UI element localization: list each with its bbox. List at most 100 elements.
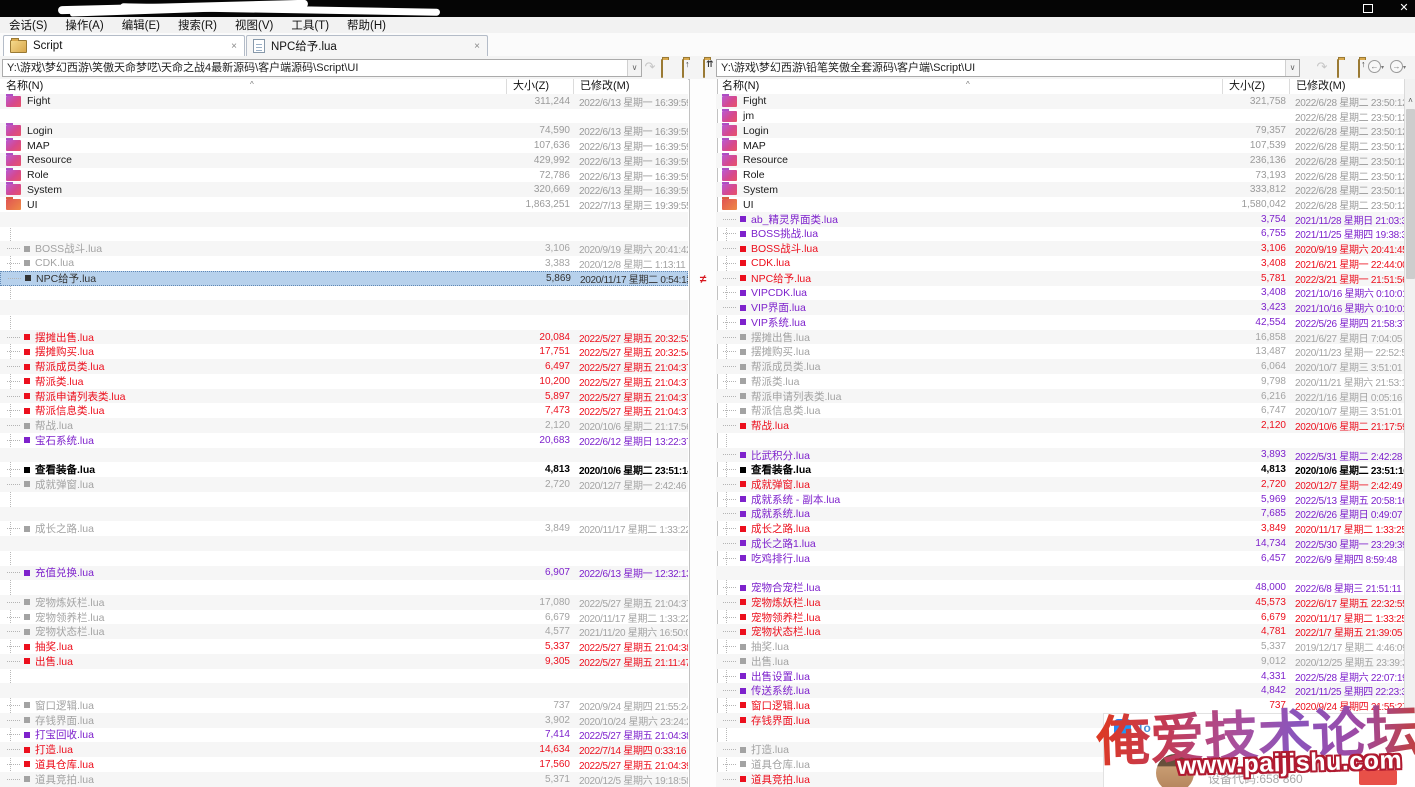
file-row[interactable]: 成就弹窗.lua 2,720 2020/12/7 星期一 2:42:46 [0, 477, 688, 492]
file-row[interactable]: 吃鸡排行.lua 6,457 2022/6/9 星期四 8:59:48 [716, 551, 1404, 566]
file-row[interactable]: 摆摊购买.lua 13,487 2020/11/23 星期一 22:52:58 [716, 344, 1404, 359]
file-row[interactable]: 打宝回收.lua 7,414 2022/5/27 星期五 21:04:38 [0, 728, 688, 742]
right-parent-folder-icon[interactable]: ↑ [1358, 59, 1366, 78]
file-row[interactable]: NPC给予.lua 5,869 2020/11/17 星期二 0:54:13 [0, 270, 688, 286]
file-row[interactable]: 宠物状态栏.lua 4,577 2021/11/20 星期六 16:50:09 [0, 624, 688, 639]
file-row[interactable]: 帮派类.lua 10,200 2022/5/27 星期五 21:04:37 [0, 374, 688, 389]
file-row[interactable]: 摆摊购买.lua 17,751 2022/5/27 星期五 20:32:54 [0, 344, 688, 359]
file-row[interactable]: 成长之路.lua 3,849 2020/11/17 星期二 1:33:25 [716, 521, 1404, 536]
file-row[interactable]: Login 79,357 2022/6/28 星期二 23:50:12 [716, 123, 1404, 138]
file-row[interactable]: NPC给予.lua 5,781 2022/3/21 星期一 21:51:56 [716, 270, 1404, 286]
title-bar[interactable]: ✕ [0, 0, 1415, 17]
file-row[interactable]: Login 74,590 2022/6/13 星期一 16:39:59 [0, 123, 688, 138]
file-row[interactable]: 宠物炼妖栏.lua 17,080 2022/5/27 星期五 21:04:37 [0, 594, 688, 610]
file-row[interactable]: 道具竞拍.lua 5,371 2020/12/5 星期六 19:18:58 [0, 771, 688, 787]
column-header-modified[interactable]: 已修改(M) [574, 79, 688, 94]
file-row[interactable]: 存钱界面.lua 3,902 2020/10/24 星期六 23:24:22 [0, 712, 688, 728]
file-row[interactable]: UI 1,580,042 2022/6/28 星期二 23:50:12 [716, 197, 1404, 212]
file-row[interactable]: 宠物领养栏.lua 6,679 2020/11/17 星期二 1:33:25 [716, 610, 1404, 625]
file-row[interactable]: MAP 107,636 2022/6/13 星期一 16:39:59 [0, 138, 688, 153]
file-row[interactable]: 宠物状态栏.lua 4,781 2022/1/7 星期五 21:39:05 [716, 624, 1404, 639]
file-row[interactable]: System 333,812 2022/6/28 星期二 23:50:12 [716, 182, 1404, 197]
menu-item-5[interactable]: 工具(T) [282, 17, 338, 33]
menu-item-4[interactable]: 视图(V) [226, 17, 282, 33]
tab-script[interactable]: Script × [3, 35, 245, 56]
file-row[interactable]: 帮派信息类.lua 7,473 2022/5/27 星期五 21:04:37 [0, 403, 688, 418]
vertical-scrollbar[interactable]: ˄ [1404, 79, 1415, 787]
chevron-down-icon[interactable]: ∨ [1285, 60, 1299, 76]
file-row[interactable]: 宠物合宠栏.lua 48,000 2022/6/8 星期三 21:51:11 [716, 580, 1404, 595]
not-equal-diff-icon[interactable]: ≠ [695, 272, 711, 286]
file-row[interactable]: 宠物领养栏.lua 6,679 2020/11/17 星期二 1:33:22 [0, 610, 688, 625]
file-row[interactable]: 抽奖.lua 5,337 2022/5/27 星期五 21:04:38 [0, 639, 688, 654]
file-row[interactable]: VIPCDK.lua 3,408 2021/10/16 星期六 0:10:01 [716, 286, 1404, 300]
forward-dropdown-icon[interactable]: ▾ [1403, 64, 1406, 71]
file-row[interactable]: 帮派信息类.lua 6,747 2020/10/7 星期三 3:51:01 [716, 403, 1404, 418]
file-row[interactable]: VIP系统.lua 42,554 2022/5/26 星期四 21:58:37 [716, 315, 1404, 330]
file-row[interactable]: 帮派申请列表类.lua 5,897 2022/5/27 星期五 21:04:37 [0, 388, 688, 404]
file-row[interactable]: BOSS挑战.lua 6,755 2021/11/25 星期四 19:38:39 [716, 227, 1404, 241]
file-row[interactable]: 宠物炼妖栏.lua 45,573 2022/6/17 星期五 22:32:55 [716, 594, 1404, 610]
file-row[interactable]: 成就系统 - 副本.lua 5,969 2022/5/13 星期五 20:58:16 [716, 492, 1404, 507]
file-row[interactable]: 打造.lua 14,634 2022/7/14 星期四 0:33:16 [0, 742, 688, 757]
file-row[interactable]: 帮派类.lua 9,798 2020/11/21 星期六 21:53:16 [716, 374, 1404, 389]
file-row[interactable]: Role 73,193 2022/6/28 星期二 23:50:12 [716, 167, 1404, 183]
back-icon[interactable]: ← [1368, 60, 1381, 73]
file-row[interactable]: 帮派成员类.lua 6,497 2022/5/27 星期五 21:04:37 [0, 359, 688, 374]
right-browse-folder-icon[interactable] [1337, 59, 1339, 78]
file-row[interactable]: 成就系统.lua 7,685 2022/6/26 星期日 0:49:07 [716, 506, 1404, 521]
scroll-up-icon[interactable]: ˄ [1405, 94, 1415, 108]
file-row[interactable]: ab_精灵界面类.lua 3,754 2021/11/28 星期日 21:03:32 [716, 211, 1404, 227]
file-row[interactable]: 查看装备.lua 4,813 2020/10/6 星期二 23:51:14 [0, 462, 688, 477]
file-row[interactable]: jm 2022/6/28 星期二 23:50:12 [716, 108, 1404, 124]
left-parent-folder-icon[interactable]: ↑ [682, 59, 690, 78]
file-row[interactable]: 出售.lua 9,305 2022/5/27 星期五 21:11:47 [0, 653, 688, 669]
left-browse-folder-icon[interactable] [661, 59, 663, 78]
file-row[interactable]: Resource 429,992 2022/6/13 星期一 16:39:59 [0, 152, 688, 168]
file-row[interactable]: 成就弹窗.lua 2,720 2020/12/7 星期一 2:42:49 [716, 477, 1404, 492]
back-dropdown-icon[interactable]: ▾ [1381, 64, 1384, 71]
file-row[interactable]: 帮派成员类.lua 6,064 2020/10/7 星期三 3:51:01 [716, 359, 1404, 374]
left-root-folder-icon[interactable]: ⇈ [703, 59, 714, 78]
tab-close-icon[interactable]: × [231, 41, 237, 52]
column-header-size[interactable]: 大小(Z) [1223, 79, 1290, 94]
menu-item-0[interactable]: 会话(S) [0, 17, 56, 33]
window-close-icon[interactable]: ✕ [1396, 1, 1412, 16]
file-row[interactable]: BOSS战斗.lua 3,106 2020/9/19 星期六 20:41:45 [716, 241, 1404, 256]
tab-npc-lua[interactable]: NPC给予.lua × [246, 35, 488, 56]
forward-icon[interactable]: → [1390, 60, 1403, 73]
tab-close-icon[interactable]: × [474, 41, 480, 52]
file-row[interactable]: 帮战.lua 2,120 2020/10/6 星期二 21:17:56 [0, 418, 688, 433]
file-row[interactable]: 摆摊出售.lua 20,084 2022/5/27 星期五 20:32:53 [0, 329, 688, 345]
left-path-combobox[interactable]: Y:\游戏\梦幻西游\笑傲天命梦呓\天命之战4最新源码\客户端源码\Script… [2, 59, 642, 77]
file-row[interactable]: 帮战.lua 2,120 2020/10/6 星期二 21:17:59 [716, 418, 1404, 433]
file-row[interactable]: 比武积分.lua 3,893 2022/5/31 星期二 2:42:28 [716, 447, 1404, 463]
file-row[interactable]: 成长之路1.lua 14,734 2022/5/30 星期一 23:29:39 [716, 536, 1404, 551]
window-restore-icon[interactable] [1363, 2, 1376, 13]
file-row[interactable]: MAP 107,539 2022/6/28 星期二 23:50:12 [716, 138, 1404, 153]
file-row[interactable]: 充值兑换.lua 6,907 2022/6/13 星期一 12:32:13 [0, 565, 688, 580]
file-row[interactable]: 出售设置.lua 4,331 2022/5/28 星期六 22:07:19 [716, 669, 1404, 684]
right-path-combobox[interactable]: Y:\游戏\梦幻西游\铅笔笑傲全套源码\客户端\Script\UI ∨ [716, 59, 1300, 77]
column-header-modified[interactable]: 已修改(M) [1290, 79, 1404, 94]
file-row[interactable]: 摆摊出售.lua 16,858 2021/6/27 星期日 7:04:05 [716, 329, 1404, 345]
file-row[interactable]: System 320,669 2022/6/13 星期一 16:39:59 [0, 182, 688, 197]
file-row[interactable]: 抽奖.lua 5,337 2019/12/17 星期二 4:46:09 [716, 639, 1404, 654]
file-row[interactable]: Fight 321,758 2022/6/28 星期二 23:50:12 [716, 94, 1404, 109]
file-row[interactable]: 宝石系统.lua 20,683 2022/6/12 星期日 13:22:37 [0, 433, 688, 448]
file-row[interactable]: Resource 236,136 2022/6/28 星期二 23:50:12 [716, 152, 1404, 168]
file-row[interactable]: BOSS战斗.lua 3,106 2020/9/19 星期六 20:41:42 [0, 241, 688, 256]
column-header-name[interactable]: 名称(N) ^ [716, 79, 1223, 94]
file-row[interactable]: 查看装备.lua 4,813 2020/10/6 星期二 23:51:16 [716, 462, 1404, 477]
file-row[interactable]: 成长之路.lua 3,849 2020/11/17 星期二 1:33:22 [0, 521, 688, 536]
menu-item-2[interactable]: 编辑(E) [113, 17, 169, 33]
file-row[interactable]: 出售.lua 9,012 2020/12/25 星期五 23:39:30 [716, 653, 1404, 669]
menu-item-6[interactable]: 帮助(H) [338, 17, 395, 33]
right-swap-icon[interactable]: ↷ [1314, 60, 1330, 73]
menu-item-3[interactable]: 搜索(R) [169, 17, 226, 33]
column-header-name[interactable]: 名称(N) ^ [0, 79, 507, 94]
file-row[interactable]: CDK.lua 3,408 2021/6/21 星期一 22:44:00 [716, 256, 1404, 271]
file-row[interactable]: 窗口逻辑.lua 737 2020/9/24 星期四 21:55:24 [0, 698, 688, 713]
scrollbar-thumb[interactable] [1406, 109, 1415, 279]
file-row[interactable]: Role 72,786 2022/6/13 星期一 16:39:59 [0, 167, 688, 183]
